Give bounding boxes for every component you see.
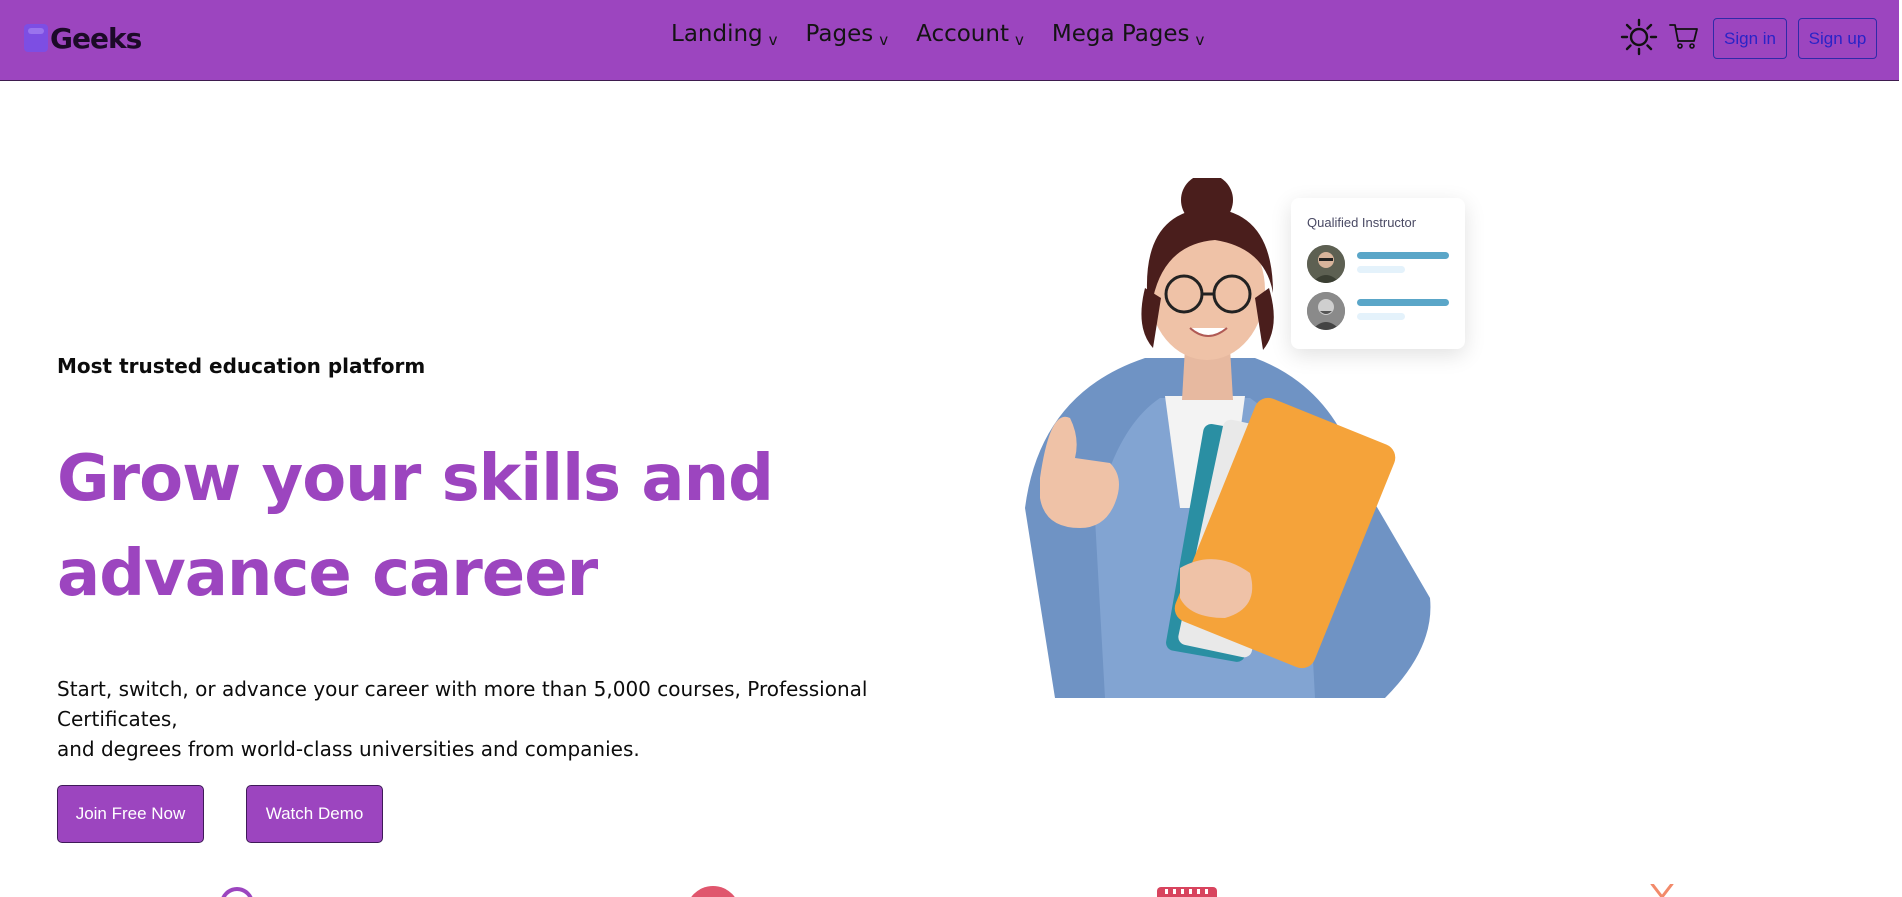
avatar [1307, 292, 1345, 330]
nav-label: Account [916, 21, 1009, 47]
calendar-icon [1157, 887, 1217, 897]
placeholder-bar [1357, 313, 1405, 320]
sign-up-button[interactable]: Sign up [1798, 18, 1877, 59]
nav-label: Landing [671, 21, 763, 47]
hero-headline-line: advance career [57, 537, 598, 611]
sun-icon[interactable] [1620, 18, 1658, 56]
join-free-now-button[interactable]: Join Free Now [57, 785, 204, 843]
nav-label: Pages [805, 21, 874, 47]
placeholder-bar [1357, 266, 1405, 273]
hero-headline: Grow your skills and advance career [57, 432, 877, 622]
instructor-row [1307, 292, 1452, 332]
nav-item-landing[interactable]: Landing v [671, 18, 778, 50]
hero-description: Start, switch, or advance your career wi… [57, 674, 877, 764]
nav-item-account[interactable]: Account v [916, 18, 1024, 50]
chevron-down-icon: v [768, 31, 778, 49]
hero-description-line: Certificates, [57, 707, 178, 731]
instructor-row [1307, 245, 1452, 285]
hero-headline-line: Grow your skills and [57, 442, 774, 516]
chevron-down-icon: v [1195, 31, 1205, 49]
circle-badge-icon [691, 886, 735, 897]
spark-icon [1650, 884, 1674, 897]
nav-label: Mega Pages [1051, 21, 1190, 47]
hero-eyebrow: Most trusted education platform [57, 354, 426, 378]
hero-description-line: Start, switch, or advance your career wi… [57, 677, 868, 701]
placeholder-bar [1357, 252, 1449, 259]
top-navbar: Geeks Landing v Pages v Account v Mega P… [0, 0, 1899, 81]
chevron-down-icon: v [1014, 31, 1024, 49]
watch-demo-button[interactable]: Watch Demo [246, 785, 383, 843]
brand-name: Geeks [50, 21, 142, 55]
placeholder-bar [1357, 299, 1449, 306]
nav-item-mega-pages[interactable]: Mega Pages v [1052, 18, 1205, 50]
target-icon [221, 887, 253, 897]
brand[interactable]: Geeks [24, 20, 142, 56]
nav-item-pages[interactable]: Pages v [806, 18, 889, 50]
cart-icon[interactable] [1668, 20, 1700, 52]
sign-in-button[interactable]: Sign in [1713, 18, 1787, 59]
qualified-instructor-card: Qualified Instructor [1291, 198, 1465, 349]
geeks-logo-icon [24, 24, 48, 52]
avatar [1307, 245, 1345, 283]
card-title: Qualified Instructor [1307, 215, 1417, 230]
chevron-down-icon: v [879, 31, 889, 49]
hero-description-line: and degrees from world-class universitie… [57, 737, 640, 761]
main-nav: Landing v Pages v Account v Mega Pages v [671, 18, 1232, 50]
